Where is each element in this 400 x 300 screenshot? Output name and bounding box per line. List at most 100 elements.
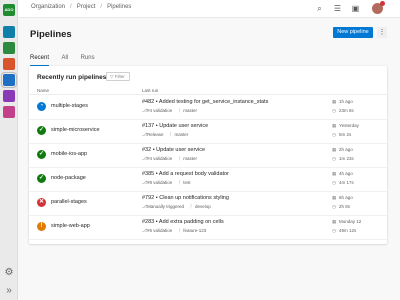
breadcrumb-project[interactable]: Project [77, 4, 96, 10]
status-success-icon: ✓ [37, 126, 46, 135]
breadcrumb-organization[interactable]: Organization [31, 4, 65, 10]
list-icon[interactable]: ☰ [333, 4, 342, 13]
run-title[interactable]: #137 • Update user service [142, 123, 208, 129]
run-duration: ◷ 1m 23s [332, 156, 354, 162]
notification-badge [380, 1, 385, 6]
run-duration: ◷ 49m 12s [332, 228, 356, 234]
run-time-label: 2h ago [339, 147, 353, 152]
more-options-button[interactable]: ⋮ [377, 27, 387, 38]
clock-icon: ◷ [332, 108, 336, 113]
run-duration-label: 4m 17s [339, 180, 354, 185]
run-duration: ◷ 2h 8s [332, 204, 350, 210]
run-duration-label: 5m 2s [339, 132, 352, 137]
filter-input[interactable]: ▽ Filter [106, 72, 130, 81]
branch-label: master [183, 156, 198, 161]
azure-devops-logo-icon[interactable]: ADO [3, 4, 15, 16]
clock-icon: ◷ [332, 132, 336, 137]
column-header-last-run[interactable]: Last run [142, 88, 158, 93]
run-duration: ◷ 4m 17s [332, 180, 354, 186]
table-row[interactable]: ◔ multiple-stages #482 • Added testing for… [29, 96, 387, 120]
run-meta: ⎇Manually triggered ᚴ develop [142, 204, 211, 210]
run-duration-label: 2h 8s [339, 204, 351, 209]
breadcrumb: Organization / Project / Pipelines [31, 4, 132, 10]
status-success-icon: ✓ [37, 150, 46, 159]
run-meta: ⎇#6 validation ᚴ feature-123 [142, 228, 206, 234]
left-nav-rail: ADO ⚙ » [0, 0, 18, 300]
pipeline-name[interactable]: multiple-stages [51, 103, 88, 109]
calendar-icon: ▦ [332, 147, 337, 152]
card-title: Recently run pipelines [37, 74, 107, 81]
test-plans-icon[interactable] [3, 90, 15, 102]
repos-icon[interactable] [3, 58, 15, 70]
status-failed-icon: ✕ [37, 198, 46, 207]
run-title[interactable]: #385 • Add a request body validator [142, 171, 229, 177]
table-row[interactable]: ✕ parallel-stages #792 • Clean up notifica… [29, 192, 387, 216]
pipeline-name[interactable]: simple-web-app [51, 223, 90, 229]
status-success-icon: ✓ [37, 174, 46, 183]
branch-label: test [183, 180, 191, 185]
row-divider [29, 239, 387, 240]
trigger-label: #8 validation [147, 180, 173, 185]
table-row[interactable]: ✓ node-package #385 • Add a request body v… [29, 168, 387, 192]
run-meta: ⎇Release ᚴ master [142, 132, 188, 138]
calendar-icon: ▦ [332, 99, 337, 104]
search-icon[interactable]: ⌕ [315, 4, 324, 13]
status-warning-icon: ! [37, 222, 46, 231]
branch-label: develop [195, 204, 211, 209]
run-time: ▦ 2h ago [332, 147, 353, 153]
trigger-label: Manually triggered [147, 204, 185, 209]
table-row[interactable]: ! simple-web-app #283 • Add extra padding … [29, 216, 387, 240]
run-time-label: 1h ago [339, 99, 353, 104]
calendar-icon: ▦ [332, 219, 337, 224]
run-duration-label: 23m 8s [339, 108, 354, 113]
pipeline-name[interactable]: mobile-ios-app [51, 151, 87, 157]
pipeline-name[interactable]: simple-microservice [51, 127, 100, 133]
run-duration: ◷ 5m 2s [332, 132, 351, 138]
run-time-label: 4h ago [339, 171, 353, 176]
table-row[interactable]: ✓ simple-microservice #137 • Update user s… [29, 120, 387, 144]
artifacts-icon[interactable] [3, 106, 15, 118]
branch-label: master [174, 132, 189, 137]
run-time: ▦ Yesterday [332, 123, 359, 129]
calendar-icon: ▦ [332, 123, 337, 128]
header-divider [29, 94, 387, 95]
run-title[interactable]: #482 • Added testing for get_service_ins… [142, 99, 268, 105]
table-row[interactable]: ✓ mobile-ios-app #32 • Update user service… [29, 144, 387, 168]
boards-icon[interactable] [3, 42, 15, 54]
top-bar: Organization / Project / Pipelines ⌕ ☰ ▣ [18, 0, 400, 18]
run-title[interactable]: #792 • Clean up notifications styling [142, 195, 229, 201]
filter-placeholder: Filter [114, 74, 125, 79]
settings-icon[interactable]: ⚙ [4, 268, 14, 278]
trigger-label: Release [147, 132, 164, 137]
avatar[interactable] [372, 1, 385, 14]
clock-icon: ◷ [332, 180, 336, 185]
run-duration: ◷ 23m 8s [332, 108, 354, 114]
run-title[interactable]: #283 • Add extra padding on cells [142, 219, 224, 225]
clock-icon: ◷ [332, 156, 336, 161]
run-time-label: Yesterday [339, 123, 359, 128]
shopping-bag-icon[interactable]: ▣ [351, 4, 360, 13]
run-duration-label: 1m 23s [339, 156, 354, 161]
pipeline-name[interactable]: node-package [51, 175, 86, 181]
run-meta: ⎇#4 validation ᚴ master [142, 108, 197, 114]
recent-pipelines-card: Recently run pipelines ▽ Filter Name Las… [29, 66, 387, 244]
column-header-name[interactable]: Name [37, 88, 49, 93]
branch-label: feature-123 [183, 228, 207, 233]
run-title[interactable]: #32 • Update user service [142, 147, 205, 153]
run-time: ▦ 1h ago [332, 99, 353, 105]
run-duration-label: 49m 12s [339, 228, 357, 233]
run-meta: ⎇#8 validation ᚴ test [142, 180, 191, 186]
new-pipeline-button[interactable]: New pipeline [333, 27, 373, 38]
pipeline-name[interactable]: parallel-stages [51, 199, 87, 205]
tab-runs[interactable]: Runs [81, 54, 95, 66]
status-running-icon: ◔ [37, 102, 46, 111]
collapse-icon[interactable]: » [4, 286, 14, 296]
overview-icon[interactable] [3, 26, 15, 38]
breadcrumb-pipelines[interactable]: Pipelines [107, 4, 131, 10]
tab-all[interactable]: All [61, 54, 68, 66]
run-meta: ⎇#4 validation ᚴ master [142, 156, 197, 162]
tab-recent[interactable]: Recent [30, 54, 50, 66]
pipelines-icon[interactable] [1, 72, 17, 88]
calendar-icon: ▦ [332, 195, 337, 200]
clock-icon: ◷ [332, 228, 336, 233]
